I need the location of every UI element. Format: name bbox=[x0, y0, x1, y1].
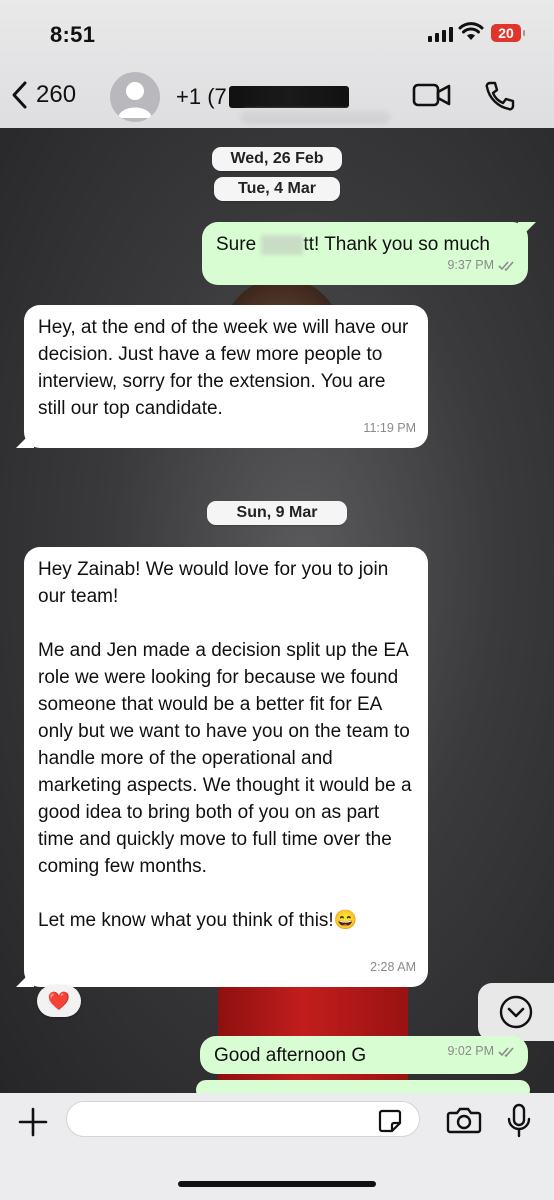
date-pill: Tue, 4 Mar bbox=[214, 177, 340, 201]
read-receipt-icon bbox=[498, 1046, 514, 1057]
contact-number: +1 (7 bbox=[176, 84, 227, 109]
video-call-icon[interactable] bbox=[412, 80, 452, 110]
scroll-to-bottom-button[interactable] bbox=[478, 983, 554, 1041]
contact-name[interactable]: +1 (7 bbox=[176, 84, 349, 110]
message-text: Good afternoon G bbox=[214, 1045, 367, 1066]
battery-indicator: 20 bbox=[491, 24, 525, 42]
message-time: 9:02 PM bbox=[447, 1044, 494, 1058]
composer-bar bbox=[0, 1093, 554, 1200]
home-indicator bbox=[178, 1181, 376, 1187]
avatar[interactable] bbox=[110, 72, 160, 122]
message-input[interactable] bbox=[66, 1101, 420, 1137]
message-bubble-incoming[interactable]: Hey, at the end of the week we will have… bbox=[16, 305, 428, 448]
chevron-left-icon bbox=[12, 81, 27, 109]
wifi-icon bbox=[458, 22, 484, 40]
avatar-placeholder-icon bbox=[118, 82, 152, 118]
message-text: Sure bbox=[216, 234, 262, 255]
message-meta: 9:02 PM bbox=[447, 1038, 516, 1065]
cellular-signal-icon bbox=[428, 27, 453, 42]
camera-icon[interactable] bbox=[446, 1105, 482, 1135]
grinning-emoji-icon: 😄 bbox=[333, 910, 358, 931]
unread-count: 260 bbox=[36, 81, 77, 108]
date-pill: Sun, 9 Mar bbox=[207, 501, 347, 525]
status-time: 8:51 bbox=[50, 22, 96, 47]
read-receipt-icon bbox=[498, 260, 514, 271]
message-bubble-outgoing[interactable]: Good afternoon G 9:02 PM bbox=[200, 1036, 528, 1074]
message-text: Hey Zainab! We would love for you to joi… bbox=[38, 556, 414, 934]
back-button[interactable]: 260 bbox=[10, 80, 76, 110]
top-bar: 8:51 20 260 +1 (7 bbox=[0, 0, 554, 128]
message-bubble-outgoing[interactable]: Sure tt! Thank you so much 9:37 PM bbox=[202, 222, 536, 285]
redaction-bar bbox=[228, 86, 349, 108]
redaction-smudge bbox=[240, 110, 390, 124]
message-time: 9:37 PM bbox=[447, 258, 494, 272]
message-meta: 11:19 PM bbox=[363, 415, 416, 442]
message-time: 2:28 AM bbox=[370, 960, 416, 974]
blurred-name bbox=[261, 234, 304, 255]
message-meta: 2:28 AM bbox=[370, 954, 416, 981]
microphone-icon[interactable] bbox=[506, 1103, 532, 1139]
message-bubble-incoming[interactable]: Hey Zainab! We would love for you to joi… bbox=[16, 547, 428, 987]
sticker-icon[interactable] bbox=[377, 1108, 403, 1134]
message-time: 11:19 PM bbox=[363, 421, 416, 435]
date-pill: Wed, 26 Feb bbox=[212, 147, 342, 171]
message-meta: 9:37 PM bbox=[447, 252, 516, 279]
plus-icon[interactable] bbox=[16, 1105, 50, 1139]
chevron-down-circle-icon bbox=[499, 995, 533, 1029]
message-body: Hey Zainab! We would love for you to joi… bbox=[38, 559, 412, 931]
message-text: Hey, at the end of the week we will have… bbox=[38, 317, 409, 419]
phone-icon[interactable] bbox=[482, 80, 516, 112]
heart-reaction[interactable]: ❤️ bbox=[37, 985, 81, 1017]
